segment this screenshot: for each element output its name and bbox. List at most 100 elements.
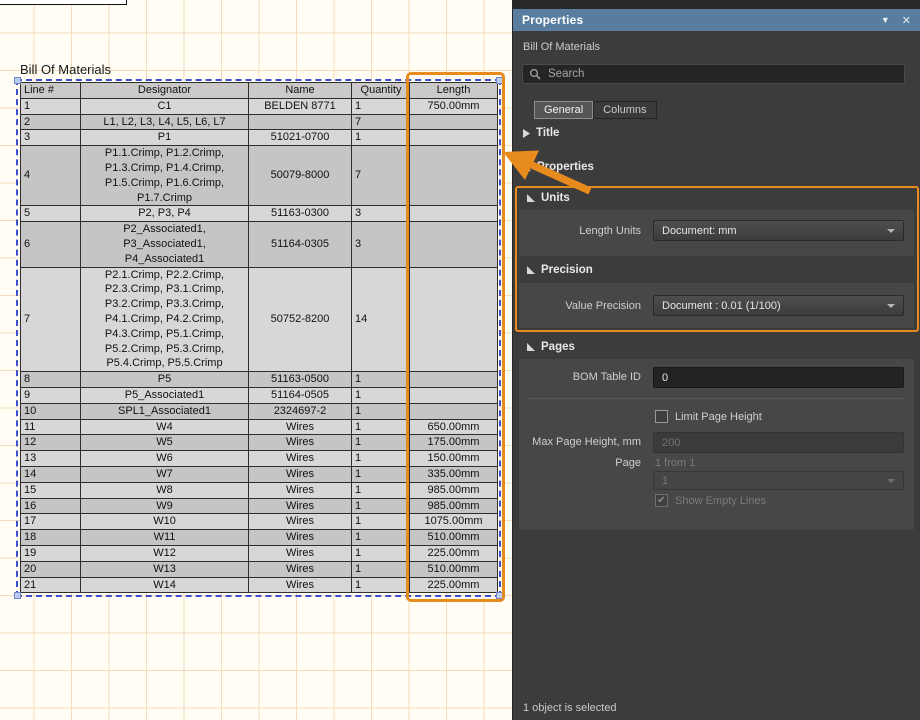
section-pages[interactable]: Pages bbox=[527, 341, 575, 353]
chevron-expanded-icon bbox=[523, 163, 531, 171]
table-cell: L1, L2, L3, L4, L5, L6, L7 bbox=[81, 114, 249, 130]
table-cell: 1 bbox=[352, 514, 410, 530]
bom-table-container[interactable]: Line #DesignatorNameQuantityLength 1C1BE… bbox=[20, 82, 497, 593]
table-row[interactable]: 15W8Wires1985.00mm bbox=[21, 482, 498, 498]
table-cell: 1 bbox=[352, 577, 410, 593]
table-cell: P2_Associated1, P3_Associated1, P4_Assoc… bbox=[81, 222, 249, 267]
table-cell: 20 bbox=[21, 561, 81, 577]
table-row[interactable]: 18W11Wires1510.00mm bbox=[21, 530, 498, 546]
column-header: Quantity bbox=[352, 83, 410, 99]
table-cell: 1 bbox=[352, 561, 410, 577]
tab-columns[interactable]: Columns bbox=[593, 101, 656, 119]
precision-group: Value Precision Document : 0.01 (1/100) bbox=[519, 283, 914, 328]
bom-table[interactable]: Line #DesignatorNameQuantityLength 1C1BE… bbox=[20, 82, 498, 593]
cutoff-object bbox=[0, 0, 127, 5]
table-cell: 15 bbox=[21, 482, 81, 498]
table-cell: W4 bbox=[81, 419, 249, 435]
chevron-down-icon bbox=[887, 304, 895, 308]
selection-handle[interactable] bbox=[496, 592, 503, 599]
table-cell: 1 bbox=[352, 372, 410, 388]
table-row[interactable]: 7P2.1.Crimp, P2.2.Crimp, P2.3.Crimp, P3.… bbox=[21, 267, 498, 372]
search-icon bbox=[529, 68, 541, 80]
table-cell bbox=[410, 130, 498, 146]
table-cell: W8 bbox=[81, 482, 249, 498]
section-units[interactable]: Units bbox=[527, 192, 570, 204]
limit-page-height-checkbox[interactable] bbox=[655, 410, 668, 423]
table-cell: 1 bbox=[352, 482, 410, 498]
table-row[interactable]: 1C1BELDEN 87711750.00mm bbox=[21, 98, 498, 114]
table-row[interactable]: 5P2, P3, P451163-03003 bbox=[21, 206, 498, 222]
table-cell: 14 bbox=[21, 466, 81, 482]
table-row[interactable]: 20W13Wires1510.00mm bbox=[21, 561, 498, 577]
section-precision[interactable]: Precision bbox=[527, 264, 593, 276]
table-cell: Wires bbox=[249, 451, 352, 467]
search-input[interactable]: Search bbox=[522, 64, 905, 84]
section-properties[interactable]: Properties bbox=[523, 161, 594, 173]
bom-table-header: Line #DesignatorNameQuantityLength bbox=[21, 83, 498, 99]
close-icon[interactable]: ✕ bbox=[902, 14, 911, 27]
table-cell: 750.00mm bbox=[410, 98, 498, 114]
table-cell: 1 bbox=[21, 98, 81, 114]
table-row[interactable]: 6P2_Associated1, P3_Associated1, P4_Asso… bbox=[21, 222, 498, 267]
pages-group: BOM Table ID 0 Limit Page Height Max Pag… bbox=[519, 359, 914, 530]
max-page-height-input: 200 bbox=[653, 432, 904, 453]
table-cell: 1 bbox=[352, 498, 410, 514]
table-cell: 335.00mm bbox=[410, 466, 498, 482]
table-cell: 1 bbox=[352, 98, 410, 114]
table-cell: 1 bbox=[352, 435, 410, 451]
table-cell: 18 bbox=[21, 530, 81, 546]
column-header: Designator bbox=[81, 83, 249, 99]
table-row[interactable]: 4P1.1.Crimp, P1.2.Crimp, P1.3.Crimp, P1.… bbox=[21, 146, 498, 206]
value-precision-label: Value Precision bbox=[519, 300, 641, 312]
table-cell: 8 bbox=[21, 372, 81, 388]
length-units-dropdown[interactable]: Document: mm bbox=[653, 220, 904, 241]
table-row[interactable]: 2L1, L2, L3, L4, L5, L6, L77 bbox=[21, 114, 498, 130]
table-row[interactable]: 14W7Wires1335.00mm bbox=[21, 466, 498, 482]
table-cell: 1 bbox=[352, 403, 410, 419]
table-row[interactable]: 13W6Wires1150.00mm bbox=[21, 451, 498, 467]
limit-page-height-row: Limit Page Height bbox=[655, 410, 762, 423]
table-cell: 7 bbox=[352, 114, 410, 130]
show-empty-lines-row: ✔ Show Empty Lines bbox=[655, 494, 766, 507]
table-cell: 11 bbox=[21, 419, 81, 435]
table-cell bbox=[410, 114, 498, 130]
table-cell bbox=[410, 403, 498, 419]
table-row[interactable]: 3P151021-07001 bbox=[21, 130, 498, 146]
table-row[interactable]: 21W14Wires1225.00mm bbox=[21, 577, 498, 593]
draftsman-sheet: Bill Of Materials Line #DesignatorNameQu… bbox=[0, 0, 512, 720]
section-title[interactable]: Title bbox=[523, 127, 559, 139]
table-row[interactable]: 11W4Wires1650.00mm bbox=[21, 419, 498, 435]
table-cell: Wires bbox=[249, 466, 352, 482]
table-cell bbox=[410, 387, 498, 403]
table-cell: 3 bbox=[352, 222, 410, 267]
table-cell: 7 bbox=[352, 146, 410, 206]
table-cell: 16 bbox=[21, 498, 81, 514]
table-row[interactable]: 8P551163-05001 bbox=[21, 372, 498, 388]
table-cell: 12 bbox=[21, 435, 81, 451]
table-row[interactable]: 9P5_Associated151164-05051 bbox=[21, 387, 498, 403]
table-cell: W9 bbox=[81, 498, 249, 514]
table-cell bbox=[410, 222, 498, 267]
panel-title: Properties bbox=[522, 13, 583, 27]
value-precision-dropdown[interactable]: Document : 0.01 (1/100) bbox=[653, 295, 904, 316]
table-cell: 1 bbox=[352, 451, 410, 467]
table-row[interactable]: 16W9Wires1985.00mm bbox=[21, 498, 498, 514]
table-row[interactable]: 17W10Wires11075.00mm bbox=[21, 514, 498, 530]
panel-menu-icon[interactable]: ▼ bbox=[881, 15, 890, 25]
table-cell: 1 bbox=[352, 387, 410, 403]
table-cell: 50752-8200 bbox=[249, 267, 352, 372]
show-empty-lines-checkbox: ✔ bbox=[655, 494, 668, 507]
table-cell: 51021-0700 bbox=[249, 130, 352, 146]
table-cell: W11 bbox=[81, 530, 249, 546]
units-group: Length Units Document: mm bbox=[519, 210, 914, 256]
chevron-down-icon bbox=[887, 479, 895, 483]
table-row[interactable]: 19W12Wires1225.00mm bbox=[21, 545, 498, 561]
table-cell: 5 bbox=[21, 206, 81, 222]
tab-general[interactable]: General bbox=[534, 101, 593, 119]
bom-table-id-input[interactable]: 0 bbox=[653, 367, 904, 388]
table-cell: Wires bbox=[249, 419, 352, 435]
table-cell: 9 bbox=[21, 387, 81, 403]
selection-handle[interactable] bbox=[14, 592, 21, 599]
table-row[interactable]: 10SPL1_Associated12324697-21 bbox=[21, 403, 498, 419]
table-row[interactable]: 12W5Wires1175.00mm bbox=[21, 435, 498, 451]
